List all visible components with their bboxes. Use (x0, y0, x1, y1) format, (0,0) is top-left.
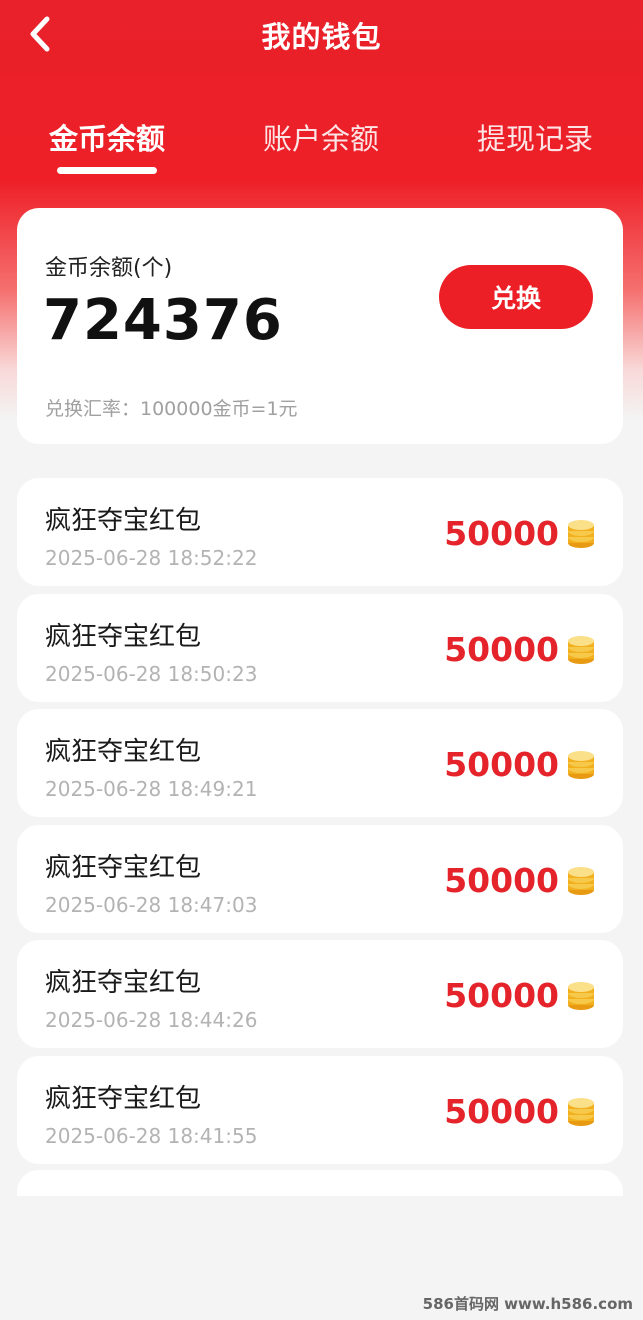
page-title: 我的钱包 (261, 20, 382, 54)
exchange-button[interactable]: 兑换 (439, 265, 593, 329)
record-time: 2025-06-28 18:52:22 (45, 546, 258, 570)
coin-stack-icon (568, 751, 594, 779)
list-item[interactable]: 疯狂夺宝红包 2025-06-28 18:44:26 50000 (17, 940, 623, 1048)
record-title: 疯狂夺宝红包 (45, 737, 202, 767)
record-title: 疯狂夺宝红包 (45, 852, 202, 883)
tab-label: 金币余额 (48, 122, 165, 156)
coin-stack-icon (568, 866, 594, 895)
back-button[interactable] (18, 12, 62, 56)
coin-stack-icon (568, 635, 594, 664)
wallet-tabs: 金币余额 账户余额 提现记录 (0, 108, 643, 178)
balance-label: 金币余额(个) (45, 256, 173, 281)
list-item[interactable]: 疯狂夺宝红包 2025-06-28 18:49:21 50000 (17, 709, 623, 817)
record-time: 2025-06-28 18:47:03 (45, 892, 258, 917)
record-amount: 50000 (444, 745, 559, 784)
coin-stack-icon (568, 982, 594, 1010)
exchange-rate-text: 兑换汇率：100000金币=1元 (45, 398, 298, 420)
coin-stack-icon (568, 1097, 594, 1126)
chevron-left-icon (30, 16, 50, 52)
list-item[interactable]: 疯狂夺宝红包 2025-06-28 18:50:23 50000 (17, 593, 623, 702)
record-amount: 50000 (444, 860, 559, 900)
tab-active-indicator (57, 167, 157, 174)
tab-account-balance[interactable]: 账户余额 (214, 108, 428, 178)
list-item[interactable]: 疯狂夺宝红包 2025-06-28 18:52:22 50000 (17, 478, 623, 586)
record-time: 2025-06-28 18:50:23 (45, 661, 258, 686)
watermark: 586首码网 www.h586.com (422, 1295, 633, 1313)
record-title: 疯狂夺宝红包 (45, 506, 202, 536)
balance-value: 724376 (43, 288, 283, 353)
coin-balance-card: 金币余额(个) 724376 兑换 兑换汇率：100000金币=1元 (17, 208, 623, 444)
app-header: 我的钱包 (0, 0, 643, 70)
tab-withdraw-records[interactable]: 提现记录 (428, 108, 642, 178)
record-amount: 50000 (444, 514, 559, 553)
record-time: 2025-06-28 18:41:55 (45, 1123, 258, 1148)
list-item[interactable]: 疯狂夺宝红包 2025-06-28 18:47:03 50000 (17, 824, 623, 933)
list-item[interactable]: 疯狂夺宝红包 2025-06-28 18:41:55 50000 (17, 1055, 623, 1164)
coin-record-list: 疯狂夺宝红包 2025-06-28 18:52:22 50000 疯狂夺宝红包 … (17, 478, 623, 1171)
tab-label: 账户余额 (262, 122, 379, 156)
record-time: 2025-06-28 18:44:26 (45, 1008, 258, 1032)
record-title: 疯狂夺宝红包 (45, 621, 202, 652)
record-amount: 50000 (444, 1091, 559, 1131)
tab-label: 提现记录 (476, 122, 593, 156)
record-amount: 50000 (444, 629, 559, 669)
coin-stack-icon (568, 520, 594, 548)
record-amount: 50000 (444, 976, 559, 1015)
list-item-partial (17, 1170, 623, 1196)
record-time: 2025-06-28 18:49:21 (45, 777, 258, 801)
record-title: 疯狂夺宝红包 (45, 1083, 202, 1114)
tab-coin-balance[interactable]: 金币余额 (0, 108, 214, 178)
record-title: 疯狂夺宝红包 (45, 968, 202, 998)
